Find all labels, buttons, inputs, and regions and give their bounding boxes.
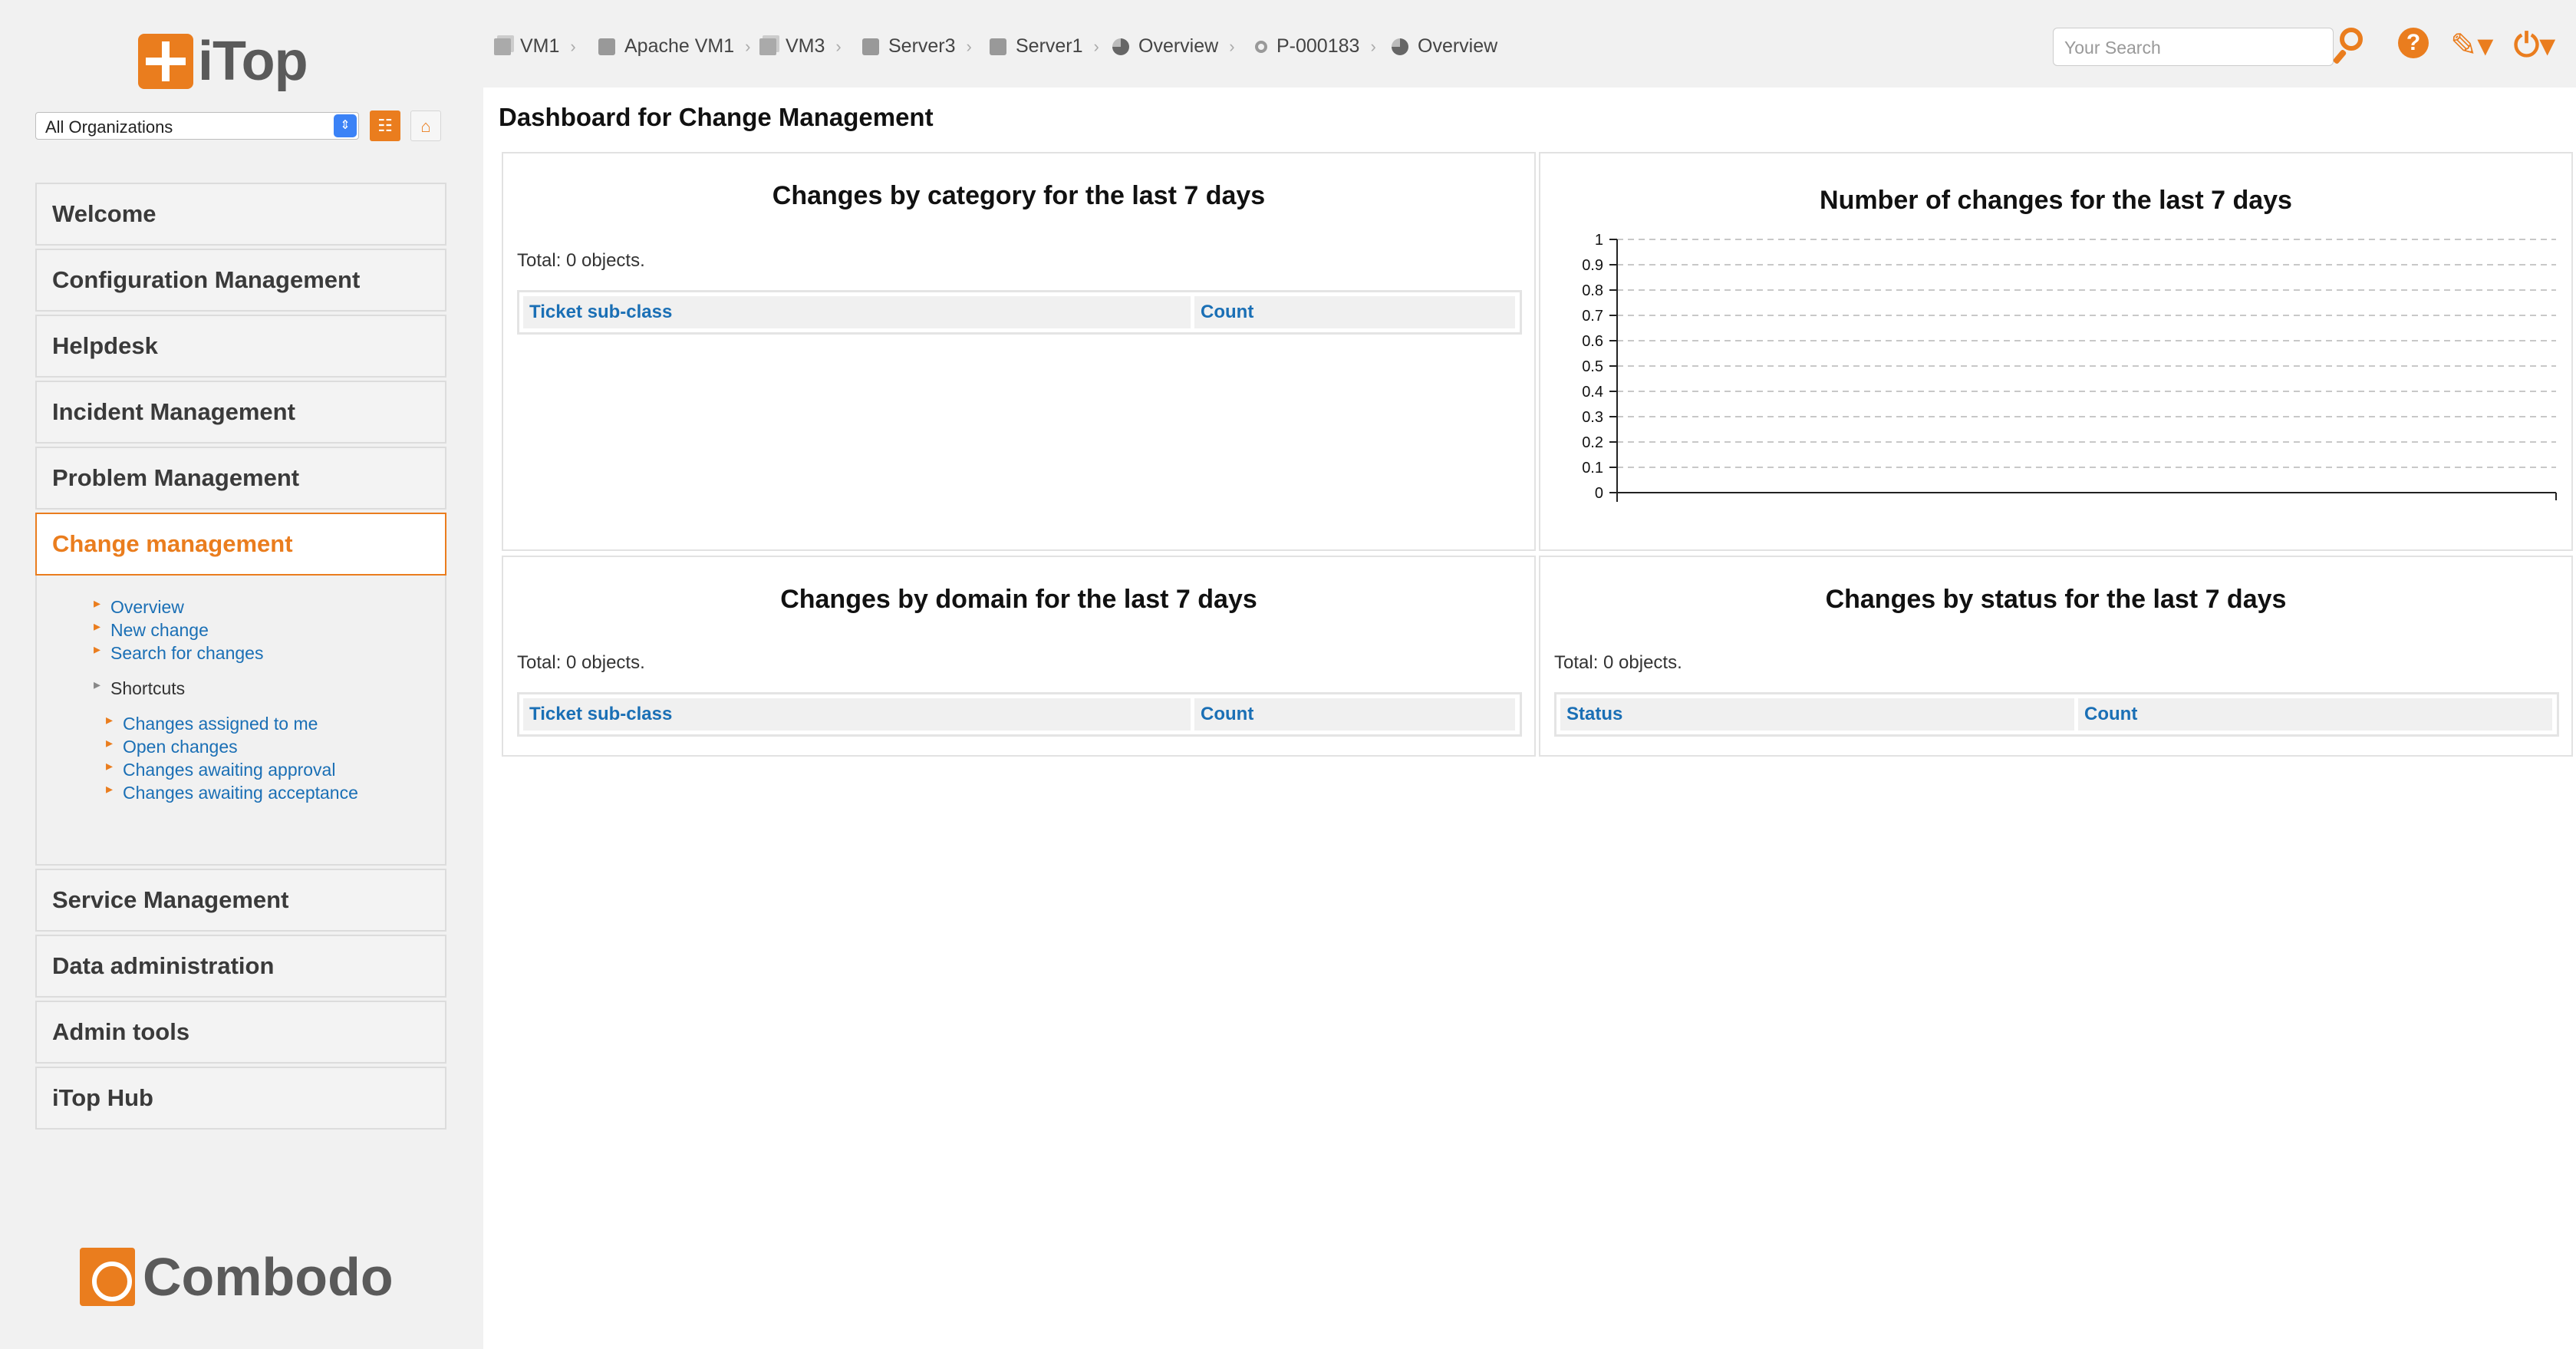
breadcrumb-label: Overview xyxy=(1138,35,1219,57)
problem-key-icon xyxy=(1255,40,1267,53)
breadcrumb-item-apache-vm1[interactable]: Apache VM1 › xyxy=(598,35,750,58)
panel-total: Total: 0 objects. xyxy=(1554,652,1682,673)
y-tick-label: 0 xyxy=(1595,485,1603,502)
pencil-icon[interactable]: ✎▾ xyxy=(2450,26,2493,64)
menu-helpdesk[interactable]: Helpdesk xyxy=(35,315,446,378)
itop-logo[interactable]: iTop xyxy=(138,31,308,92)
search-icon[interactable] xyxy=(2332,26,2369,65)
chevron-right-icon: › xyxy=(966,36,972,56)
y-tick-label: 0.1 xyxy=(1582,460,1603,477)
y-tick-label: 0.9 xyxy=(1582,257,1603,274)
breadcrumb-label: Server3 xyxy=(888,35,956,57)
itop-logo-text: iTop xyxy=(198,31,308,92)
y-tick-label: 0.5 xyxy=(1582,358,1603,375)
y-tick-label: 0.7 xyxy=(1582,308,1603,325)
combodo-logo-text: Combodo xyxy=(143,1247,394,1307)
chevron-right-icon: › xyxy=(1093,36,1099,56)
breadcrumb-item-vm1[interactable]: VM1 › xyxy=(494,35,576,58)
search-placeholder: Your Search xyxy=(2064,38,2161,58)
virtual-machine-icon xyxy=(494,38,511,55)
dashboard-pie-icon xyxy=(1112,38,1129,55)
panel-changes-by-domain: Changes by domain for the last 7 days To… xyxy=(502,556,1536,757)
breadcrumb-label: Overview xyxy=(1418,35,1498,57)
column-header-count[interactable]: Count xyxy=(2078,698,2552,731)
y-tick-label: 0.4 xyxy=(1582,384,1603,401)
panel-changes-by-status: Changes by status for the last 7 days To… xyxy=(1539,556,2573,757)
menu-configuration-management[interactable]: Configuration Management xyxy=(35,249,446,312)
menu-welcome[interactable]: Welcome xyxy=(35,183,446,246)
shortcut-changes-awaiting-acceptance[interactable]: Changes awaiting acceptance xyxy=(106,781,358,803)
y-tick-label: 0.8 xyxy=(1582,282,1603,299)
combodo-logo-icon xyxy=(80,1248,135,1306)
panel-total: Total: 0 objects. xyxy=(517,652,645,673)
breadcrumb-label: Server1 xyxy=(1016,35,1083,57)
menu-service-management[interactable]: Service Management xyxy=(35,869,446,932)
breadcrumb-item-overview-current[interactable]: Overview xyxy=(1392,35,1497,58)
menu-admin-tools[interactable]: Admin tools xyxy=(35,1001,446,1064)
page-title: Dashboard for Change Management xyxy=(499,103,934,131)
menu-problem-management[interactable]: Problem Management xyxy=(35,447,446,510)
dashboard-pie-icon xyxy=(1392,38,1408,55)
breadcrumb-label: VM1 xyxy=(520,35,560,57)
select-arrows-icon: ⇕ xyxy=(334,114,357,137)
submenu-overview[interactable]: Overview xyxy=(94,595,184,618)
panel-title: Changes by domain for the last 7 days xyxy=(780,585,1257,614)
panel-title: Changes by category for the last 7 days xyxy=(772,181,1266,210)
breadcrumb-item-server3[interactable]: Server3 › xyxy=(862,35,972,58)
results-table: Ticket sub-class Count xyxy=(517,692,1522,737)
power-icon[interactable]: ⏻▾ xyxy=(2513,26,2556,64)
organization-select-value: All Organizations xyxy=(45,117,173,137)
combodo-logo[interactable]: Combodo xyxy=(80,1246,394,1308)
server-icon xyxy=(862,38,879,55)
column-header-ticket-sub-class[interactable]: Ticket sub-class xyxy=(523,296,1191,328)
results-table: Ticket sub-class Count xyxy=(517,290,1522,335)
y-tick-label: 0.2 xyxy=(1582,434,1603,451)
y-tick-label: 1 xyxy=(1595,232,1603,249)
server-icon xyxy=(990,38,1006,55)
breadcrumb-item-vm3[interactable]: VM3 › xyxy=(759,35,842,58)
shortcut-changes-assigned-to-me[interactable]: Changes assigned to me xyxy=(106,712,318,734)
y-tick-label: 0.6 xyxy=(1582,333,1603,350)
sidebar: iTop All Organizations ⇕ ☷ ⌂ Welcome Con… xyxy=(0,0,483,1349)
breadcrumb-item-p-000183[interactable]: P-000183 › xyxy=(1255,35,1376,58)
column-header-count[interactable]: Count xyxy=(1194,698,1515,731)
panel-title: Changes by status for the last 7 days xyxy=(1825,585,2287,614)
global-search-input[interactable]: Your Search xyxy=(2053,28,2334,66)
help-icon[interactable]: ? xyxy=(2398,28,2429,58)
pin-menu-button[interactable]: ⌂ xyxy=(410,110,441,141)
menu-itop-hub[interactable]: iTop Hub xyxy=(35,1067,446,1130)
organization-tree-button[interactable]: ☷ xyxy=(370,110,400,141)
results-table: Status Count xyxy=(1554,692,2559,737)
chevron-right-icon: › xyxy=(1229,36,1235,56)
organization-select[interactable]: All Organizations ⇕ xyxy=(35,112,359,140)
itop-logo-icon xyxy=(138,34,193,89)
submenu-shortcuts-heading: Shortcuts xyxy=(94,677,185,699)
submenu-new-change[interactable]: New change xyxy=(94,618,209,641)
breadcrumb-label: VM3 xyxy=(786,35,825,57)
panel-total: Total: 0 objects. xyxy=(517,250,645,271)
breadcrumb-item-server1[interactable]: Server1 › xyxy=(990,35,1099,58)
shortcut-open-changes[interactable]: Open changes xyxy=(106,735,238,757)
breadcrumb-label: P-000183 xyxy=(1276,35,1360,57)
breadcrumb-item-overview[interactable]: Overview › xyxy=(1112,35,1235,58)
chevron-right-icon: › xyxy=(835,36,842,56)
breadcrumb-label: Apache VM1 xyxy=(624,35,735,57)
menu-data-administration[interactable]: Data administration xyxy=(35,935,446,998)
column-header-count[interactable]: Count xyxy=(1194,296,1515,328)
column-header-status[interactable]: Status xyxy=(1560,698,2074,731)
menu-change-management[interactable]: Change management xyxy=(35,513,446,576)
line-chart: 0 0.1 0.2 0.3 0.4 0.5 0.6 0.7 0.8 0.9 1 xyxy=(1582,232,2557,502)
web-server-icon xyxy=(598,38,615,55)
shortcut-changes-awaiting-approval[interactable]: Changes awaiting approval xyxy=(106,758,336,780)
chevron-right-icon: › xyxy=(745,36,751,56)
chevron-right-icon: › xyxy=(1370,36,1376,56)
panel-changes-by-category: Changes by category for the last 7 days … xyxy=(502,152,1536,551)
column-header-ticket-sub-class[interactable]: Ticket sub-class xyxy=(523,698,1191,731)
y-tick-label: 0.3 xyxy=(1582,409,1603,426)
panel-number-of-changes: Number of changes for the last 7 days 00… xyxy=(1539,152,2573,551)
chevron-right-icon: › xyxy=(570,36,576,56)
virtual-machine-icon xyxy=(759,38,776,55)
menu-incident-management[interactable]: Incident Management xyxy=(35,381,446,444)
submenu-search-changes[interactable]: Search for changes xyxy=(94,642,264,664)
